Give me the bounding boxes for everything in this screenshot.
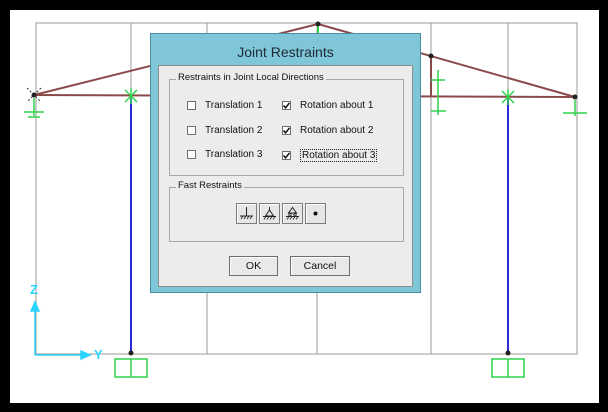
fixed-restraint-button[interactable] (236, 203, 257, 224)
fixed-support-icon (240, 207, 253, 220)
rotation-1-checkbox[interactable]: Rotation about 1 (282, 100, 373, 111)
checkbox-box[interactable] (282, 151, 291, 160)
checkbox-box[interactable] (187, 126, 196, 135)
checkbox-box[interactable] (282, 126, 291, 135)
checkbox-box[interactable] (187, 101, 196, 110)
rotation-1-label: Rotation about 1 (300, 100, 374, 111)
y-axis-label: Y (94, 347, 103, 362)
checkmark-icon (283, 152, 290, 159)
free-joint-icon (313, 211, 318, 216)
rotation-2-label: Rotation about 2 (300, 125, 374, 136)
pinned-restraint-button[interactable] (259, 203, 280, 224)
z-axis-label: Z (30, 282, 38, 297)
free-restraint-button[interactable] (305, 203, 326, 224)
checkmark-icon (283, 102, 290, 109)
translation-1-checkbox[interactable]: Translation 1 (187, 100, 262, 111)
translation-1-label: Translation 1 (205, 100, 263, 111)
dialog-title: Joint Restraints (237, 44, 334, 60)
fast-restraints-group-title: Fast Restraints (176, 180, 244, 191)
dialog-body: Restraints in Joint Local Directions Tra… (158, 65, 413, 287)
rotation-3-checkbox[interactable]: Rotation about 3 (282, 149, 378, 162)
translation-2-label: Translation 2 (205, 125, 263, 136)
joint-restraints-dialog: Joint Restraints Restraints in Joint Loc… (150, 33, 421, 293)
ok-button[interactable]: OK (229, 256, 278, 276)
roller-restraint-button[interactable] (282, 203, 303, 224)
local-directions-group-title: Restraints in Joint Local Directions (176, 72, 326, 83)
local-directions-group: Restraints in Joint Local Directions Tra… (169, 72, 404, 176)
checkbox-box[interactable] (282, 101, 291, 110)
translation-3-label: Translation 3 (205, 149, 263, 160)
fast-restraints-group: Fast Restraints (169, 180, 404, 242)
rotation-3-label: Rotation about 3 (300, 149, 378, 162)
roller-support-icon (286, 206, 299, 220)
rotation-2-checkbox[interactable]: Rotation about 2 (282, 125, 373, 136)
cancel-button[interactable]: Cancel (290, 256, 350, 276)
checkbox-box[interactable] (187, 150, 196, 159)
pinned-support-icon (263, 207, 276, 220)
translation-3-checkbox[interactable]: Translation 3 (187, 149, 262, 160)
checkmark-icon (283, 127, 290, 134)
translation-2-checkbox[interactable]: Translation 2 (187, 125, 262, 136)
